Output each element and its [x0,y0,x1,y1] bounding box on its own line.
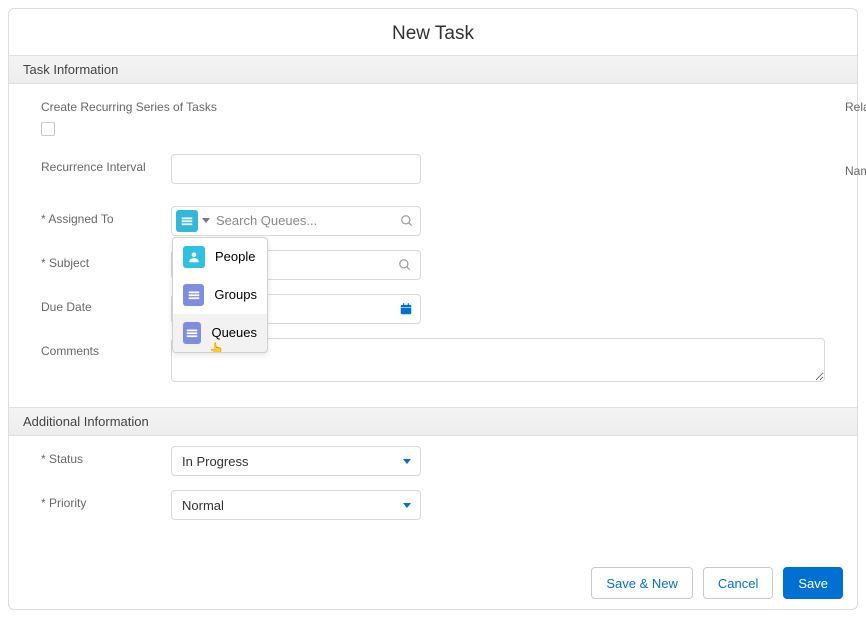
cursor-icon: 👆 [209,342,224,353]
label-priority: * Priority [41,490,171,512]
label-status: * Status [41,446,171,468]
groups-icon [183,284,204,306]
comments-textarea[interactable] [171,338,825,382]
menu-item-label: People [215,249,255,264]
queues-icon [183,322,201,344]
person-icon [183,246,205,268]
modal-footer: Save & New Cancel Save [591,567,843,599]
label-comments: Comments [41,338,171,360]
calendar-icon[interactable] [399,302,413,316]
modal-title: New Task [9,9,857,55]
cancel-button[interactable]: Cancel [703,567,773,599]
save-and-new-button[interactable]: Save & New [591,567,693,599]
label-name: Name [845,158,866,180]
menu-item-label: Groups [214,287,257,302]
entity-type-menu: People Groups [172,237,268,353]
right-column: Related To Name [845,94,866,401]
new-task-modal: New Task Task Information Create Recurri… [8,8,858,610]
create-recurring-checkbox[interactable] [41,122,55,136]
menu-item-groups[interactable]: Groups [173,276,267,314]
section-task-information: Task Information [9,55,857,84]
priority-select[interactable]: Normal [171,490,421,520]
queue-icon [176,210,198,232]
menu-item-label: Queues [211,325,257,340]
menu-item-queues[interactable]: Queues 👆 [173,314,267,352]
label-recurrence-interval: Recurrence Interval [41,154,171,176]
save-button[interactable]: Save [783,567,843,599]
menu-item-people[interactable]: People [173,238,267,276]
label-assigned-to: * Assigned To [41,206,171,228]
assigned-to-lookup[interactable]: People Groups [171,206,421,236]
label-related-to: Related To [845,94,866,116]
assigned-to-input[interactable] [216,213,400,228]
section-additional-information: Additional Information [9,407,857,436]
search-icon[interactable] [398,258,412,272]
label-due-date: Due Date [41,294,171,316]
entity-selector-caret-icon[interactable] [202,218,210,223]
search-icon [400,214,414,228]
label-subject: * Subject [41,250,171,272]
label-create-recurring: Create Recurring Series of Tasks [41,94,217,116]
left-column: Create Recurring Series of Tasks Recurre… [41,94,825,401]
status-select[interactable]: In Progress [171,446,421,476]
recurrence-interval-input[interactable] [171,154,421,184]
